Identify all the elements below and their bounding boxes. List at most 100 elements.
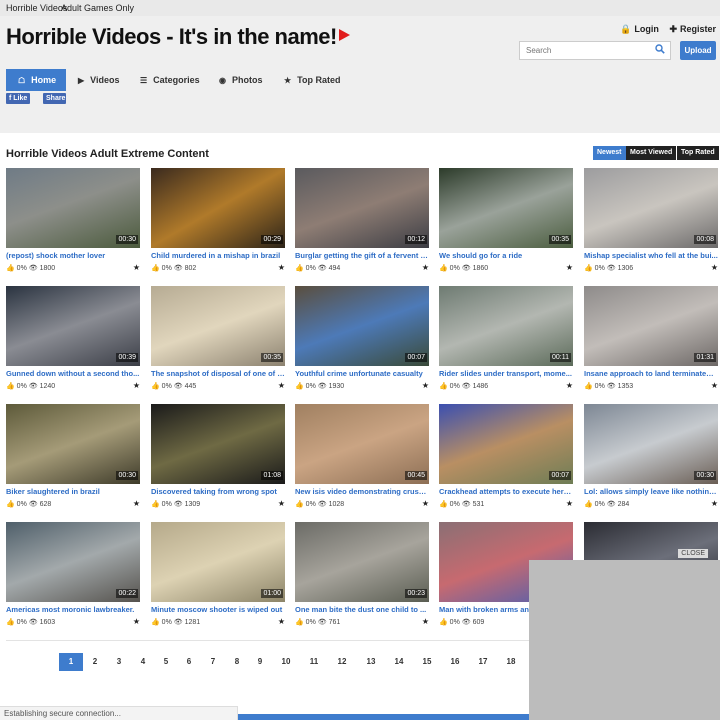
nav-categories[interactable]: ☰ Categories [140, 69, 200, 91]
video-thumbnail[interactable]: 00:11 [439, 286, 573, 366]
login-link[interactable]: 🔒 Login [620, 24, 659, 35]
video-card[interactable]: 00:35 We should go for a ride 👍 0% 👁 1860 ★ [439, 168, 573, 278]
favorite-star-icon[interactable]: ★ [133, 263, 140, 272]
top-bar-adult-games-link[interactable]: Adult Games Only [61, 3, 134, 13]
page-link[interactable]: 3 [110, 653, 128, 671]
video-card[interactable]: 00:30 Biker slaughtered in brazil 👍 0% 👁 6… [6, 404, 140, 514]
nav-videos[interactable]: ▶ Videos [78, 69, 120, 91]
video-card[interactable]: 00:11 Rider slides under transport, mome.… [439, 286, 573, 396]
favorite-star-icon[interactable]: ★ [278, 263, 285, 272]
video-title-link[interactable]: One man bite the dust one child to ... [295, 605, 429, 614]
page-link[interactable]: 13 [362, 653, 380, 671]
facebook-share-button[interactable]: Share [43, 93, 66, 104]
favorite-star-icon[interactable]: ★ [133, 499, 140, 508]
video-thumbnail[interactable]: 00:45 [295, 404, 429, 484]
nav-home[interactable]: ☖ Home [6, 69, 66, 91]
page-link[interactable]: 5 [157, 653, 175, 671]
page-link[interactable]: 7 [204, 653, 222, 671]
video-card[interactable]: 00:30 (repost) shock mother lover 👍 0% 👁 1… [6, 168, 140, 278]
page-link[interactable]: 16 [446, 653, 464, 671]
video-thumbnail[interactable]: 00:08 [584, 168, 718, 248]
page-link[interactable]: 4 [134, 653, 152, 671]
video-card[interactable]: 00:07 Crackhead attempts to execute hers.… [439, 404, 573, 514]
video-title-link[interactable]: Minute moscow shooter is wiped out [151, 605, 285, 614]
video-thumbnail[interactable]: 00:07 [439, 404, 573, 484]
favorite-star-icon[interactable]: ★ [422, 263, 429, 272]
video-card[interactable]: 00:07 Youthful crime unfortunate casualty… [295, 286, 429, 396]
video-title-link[interactable]: Lol: allows simply leave like nothing... [584, 487, 718, 496]
video-thumbnail[interactable]: 01:00 [151, 522, 285, 602]
favorite-star-icon[interactable]: ★ [278, 617, 285, 626]
video-thumbnail[interactable]: 00:07 [295, 286, 429, 366]
video-title-link[interactable]: (repost) shock mother lover [6, 251, 140, 260]
video-card[interactable]: 01:08 Discovered taking from wrong spot 👍 … [151, 404, 285, 514]
video-card[interactable]: 00:23 One man bite the dust one child to … [295, 522, 429, 632]
favorite-star-icon[interactable]: ★ [133, 617, 140, 626]
video-card[interactable]: 00:45 New isis video demonstrating crush.… [295, 404, 429, 514]
video-title-link[interactable]: Americas most moronic lawbreaker. [6, 605, 140, 614]
sort-newest-button[interactable]: Newest [593, 146, 626, 160]
page-link[interactable]: 8 [228, 653, 246, 671]
video-thumbnail[interactable]: 00:12 [295, 168, 429, 248]
video-thumbnail[interactable]: 00:39 [6, 286, 140, 366]
page-link[interactable]: 2 [86, 653, 104, 671]
video-card[interactable]: 00:29 Child murdered in a mishap in brazi… [151, 168, 285, 278]
favorite-star-icon[interactable]: ★ [133, 381, 140, 390]
video-title-link[interactable]: Discovered taking from wrong spot [151, 487, 285, 496]
page-link[interactable]: 15 [418, 653, 436, 671]
upload-button[interactable]: Upload [680, 41, 716, 60]
video-thumbnail[interactable]: 00:30 [6, 168, 140, 248]
page-link[interactable]: 14 [390, 653, 408, 671]
video-card[interactable]: 00:35 The snapshot of disposal of one of … [151, 286, 285, 396]
favorite-star-icon[interactable]: ★ [711, 381, 718, 390]
video-card[interactable]: 01:31 Insane approach to land terminated … [584, 286, 718, 396]
video-thumbnail[interactable]: 00:23 [295, 522, 429, 602]
favorite-star-icon[interactable]: ★ [566, 499, 573, 508]
video-title-link[interactable]: Gunned down without a second tho... [6, 369, 140, 378]
page-link[interactable]: 1 [59, 653, 83, 671]
video-title-link[interactable]: Insane approach to land terminated ... [584, 369, 718, 378]
video-card[interactable]: 00:12 Burglar getting the gift of a ferve… [295, 168, 429, 278]
favorite-star-icon[interactable]: ★ [422, 381, 429, 390]
sort-top-rated-button[interactable]: Top Rated [677, 146, 719, 160]
video-thumbnail[interactable]: 01:08 [151, 404, 285, 484]
video-card[interactable]: 00:22 Americas most moronic lawbreaker. 👍 … [6, 522, 140, 632]
favorite-star-icon[interactable]: ★ [711, 499, 718, 508]
page-link[interactable]: 17 [474, 653, 492, 671]
video-title-link[interactable]: New isis video demonstrating crush... [295, 487, 429, 496]
favorite-star-icon[interactable]: ★ [566, 381, 573, 390]
video-title-link[interactable]: Mishap specialist who fell at the bui... [584, 251, 718, 260]
sort-most-viewed-button[interactable]: Most Viewed [626, 146, 677, 160]
favorite-star-icon[interactable]: ★ [711, 263, 718, 272]
page-link[interactable]: 12 [333, 653, 351, 671]
top-bar-brand-link[interactable]: Horrible Videos [6, 3, 67, 13]
video-title-link[interactable]: Child murdered in a mishap in brazil [151, 251, 285, 260]
video-title-link[interactable]: Burglar getting the gift of a fervent t.… [295, 251, 429, 260]
video-title-link[interactable]: The snapshot of disposal of one of t... [151, 369, 285, 378]
facebook-like-button[interactable]: f Like [6, 93, 31, 104]
favorite-star-icon[interactable]: ★ [278, 381, 285, 390]
favorite-star-icon[interactable]: ★ [278, 499, 285, 508]
page-link[interactable]: 9 [251, 653, 269, 671]
page-link[interactable]: 18 [502, 653, 520, 671]
video-thumbnail[interactable]: 00:30 [584, 404, 718, 484]
ad-close-button[interactable]: CLOSE [678, 549, 708, 558]
video-title-link[interactable]: Biker slaughtered in brazil [6, 487, 140, 496]
page-link[interactable]: 6 [180, 653, 198, 671]
video-title-link[interactable]: Rider slides under transport, mome... [439, 369, 573, 378]
nav-photos[interactable]: ◉ Photos [219, 69, 262, 91]
video-thumbnail[interactable]: 00:35 [439, 168, 573, 248]
video-thumbnail[interactable]: 00:29 [151, 168, 285, 248]
video-card[interactable]: 00:30 Lol: allows simply leave like nothi… [584, 404, 718, 514]
video-title-link[interactable]: We should go for a ride [439, 251, 573, 260]
video-thumbnail[interactable]: 01:31 [584, 286, 718, 366]
site-logo[interactable]: Horrible Videos - It's in the name! [6, 24, 350, 50]
video-title-link[interactable]: Youthful crime unfortunate casualty [295, 369, 429, 378]
nav-top-rated[interactable]: ★ Top Rated [284, 69, 341, 91]
video-card[interactable]: 00:39 Gunned down without a second tho...… [6, 286, 140, 396]
video-thumbnail[interactable]: 00:35 [151, 286, 285, 366]
video-title-link[interactable]: Crackhead attempts to execute hers... [439, 487, 573, 496]
register-link[interactable]: ✚ Register [669, 24, 716, 35]
video-thumbnail[interactable]: 00:30 [6, 404, 140, 484]
video-thumbnail[interactable]: 00:22 [6, 522, 140, 602]
